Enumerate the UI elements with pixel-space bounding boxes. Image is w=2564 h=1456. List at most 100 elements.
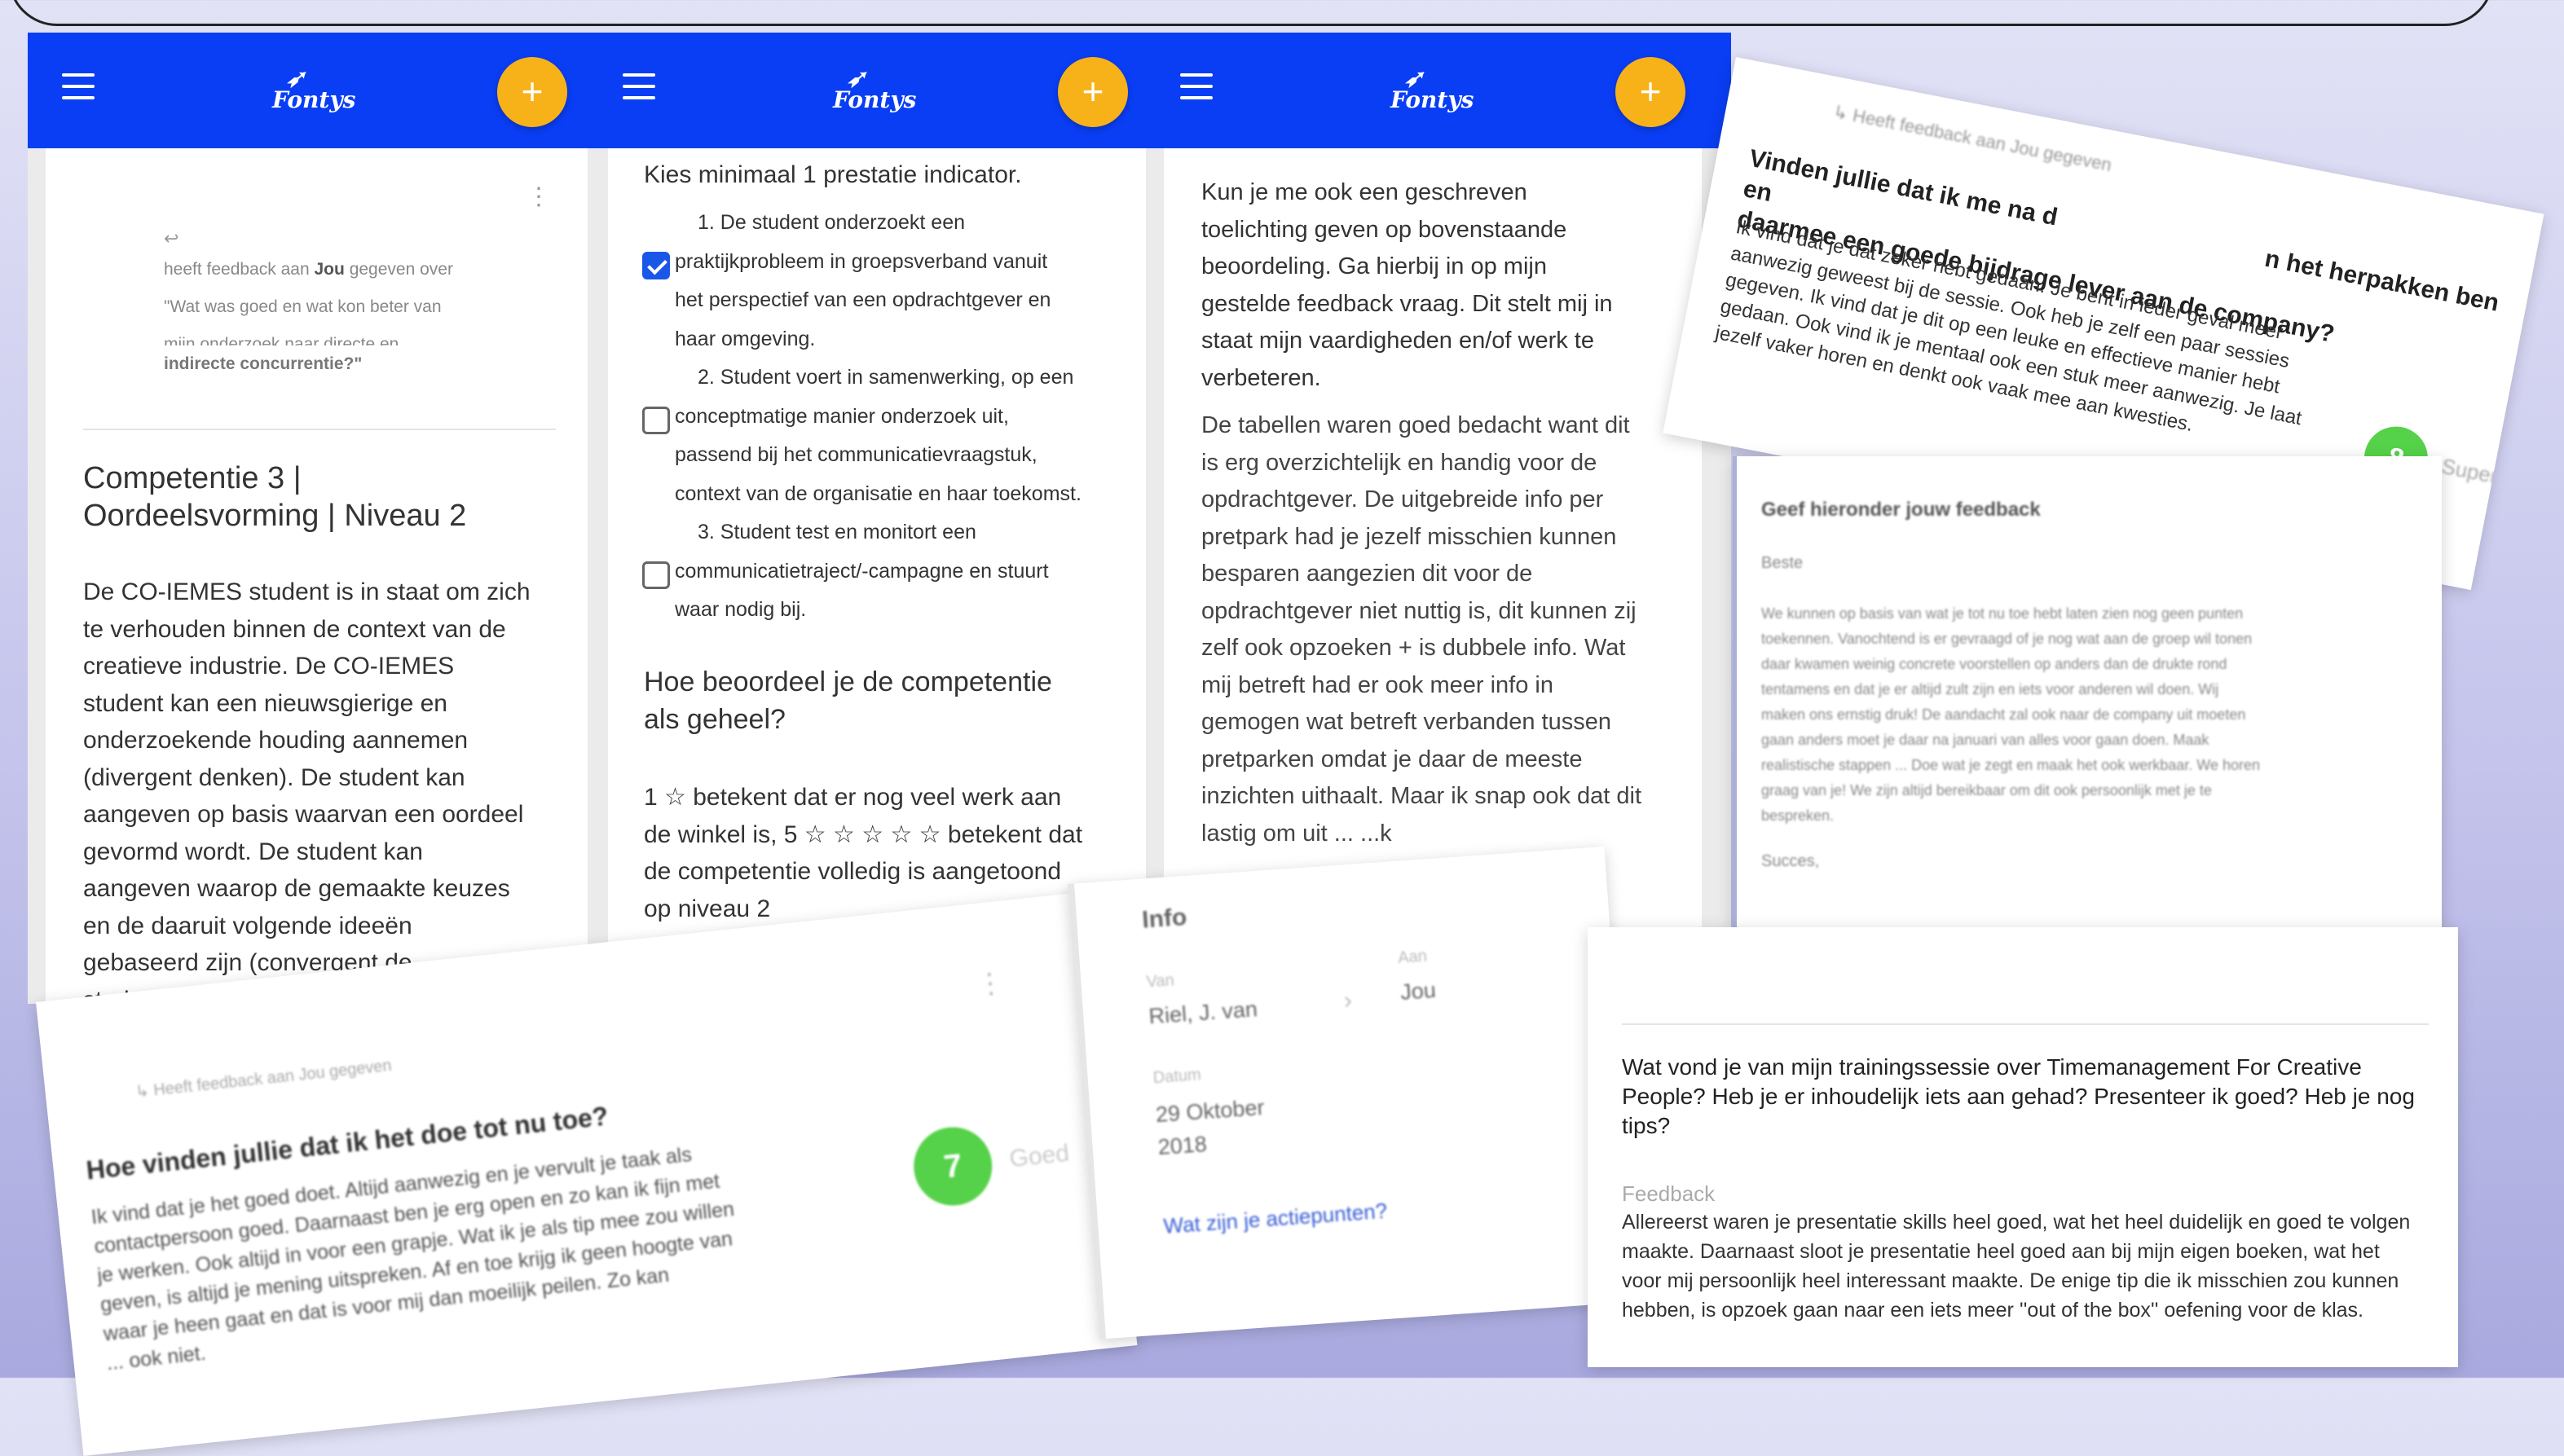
toelichting-question: Kun je me ook een geschreven toelichting … [1201,174,1690,397]
bird-logo-icon: ➶ [1403,64,1425,93]
answer-line: pretpark had je jezelf misschien kunnen [1201,523,1617,550]
answer-line: besparen aangezien dit voor de [1201,561,1533,587]
indicator-checkbox[interactable] [642,407,670,434]
rating-line: de competentie volledig is aangetoond [644,858,1062,885]
feedback-label: Feedback [1622,1181,1716,1206]
form-line: daar kwamen weinig concrete voorstellen … [1761,656,2227,672]
indicator-line: praktijkprobleem in groepsverband vanuit [675,249,1048,273]
indicator-line: 3. Student test en monitort een [698,521,976,543]
training-question: Wat vond je van mijn trainingssessie ove… [1622,1054,2415,1138]
van-value: Riel, J. van [1148,996,1258,1029]
add-button[interactable]: + [497,57,567,127]
question-line: staat mijn vaardigheden en/of werk te [1201,328,1594,354]
divider [83,429,556,430]
question-line: toelichting geven op bovenstaande [1201,216,1567,243]
form-salutation: Beste [1761,554,1804,572]
answer-line: De tabellen waren goed bedacht want dit [1201,412,1630,438]
aan-value: Jou [1399,977,1437,1005]
info-title: Info [1141,903,1188,934]
indicator-checkbox[interactable] [642,252,670,279]
competentie-heading: Competentie 3 | Oordeelsvorming | Niveau… [83,461,467,533]
score-badge: 7 [910,1123,996,1210]
form-line: tentamens en dat je er altijd zult zijn … [1761,681,2219,697]
indicator-line: conceptmatige manier onderzoek uit, [675,404,1009,428]
question-line: verbeteren. [1201,364,1321,391]
description-line: student kan een nieuwsgierige en [83,689,447,717]
toelichting-answer: De tabellen waren goed bedacht want dit i… [1201,407,1698,852]
indicator-line: het perspectief van een opdrachtgever en [675,288,1051,311]
feedback-meta: heeft feedback aan Jou gegeven over "Wat… [164,260,453,373]
training-feedback: Allereerst waren je presentatie skills h… [1622,1211,2411,1322]
form-body: We kunnen op basis van wat je tot nu toe… [1761,601,2430,829]
reply-arrow-icon: ↩ [164,228,179,249]
answer-line: opdrachtgever niet nuttig is, dit kunnen… [1201,597,1637,624]
bird-logo-icon: ➶ [285,64,306,93]
more-vertical-icon[interactable]: ⋮ [975,966,1006,1001]
aan-label: Aan [1397,947,1428,967]
form-signoff: Succes, [1761,852,1820,870]
description-line: onderzoekende houding aannemen [83,727,469,754]
menu-icon[interactable] [623,73,655,99]
answer-line: gemogen wat betreft verbanden tussen [1201,709,1611,735]
date-label: Datum [1152,1066,1202,1088]
menu-icon[interactable] [1180,73,1213,99]
form-line: toekennen. Vanochtend is er gevraagd of … [1761,631,2253,647]
training-feedback-card: Wat vond je van mijn trainingssessie ove… [1588,927,2458,1367]
answer-line: inzichten uithaalt. Maar ik snap ook dat… [1201,783,1642,809]
indicator-line: 2. Student voert in samenwerking, op een [698,366,1074,389]
description-line: te verhouden binnen de context van de [83,615,506,643]
question-text: Hoe beoordeel je de competentie als gehee… [644,663,1052,738]
fontys-logo: ➶ Fontys [833,64,917,114]
menu-icon[interactable] [62,73,95,99]
form-line: graag van je! We zijn altijd bereikbaar … [1761,782,2212,798]
indicator-line: passend bij het communicatievraagstuk, [675,443,1037,466]
reply-arrow-icon: ↳ [1831,101,1850,125]
screen-prestatie-indicatoren: Kies minimaal 1 prestatie indicator. 1. … [608,148,1146,1004]
description-line: (divergent denken). De student kan [83,763,465,791]
answer-line: pretparken omdat je daar de meeste [1201,746,1583,772]
score-label: Super [2439,453,2500,489]
feedback-form-card: Geef hieronder jouw feedback Beste We ku… [1733,456,2442,929]
description-line: aangeven waarop de gemaakte keuzes [83,875,510,902]
more-vertical-icon[interactable]: ⋮ [526,185,551,209]
indicator-checkbox[interactable] [642,561,670,589]
action-points-link[interactable]: Wat zijn je actiepunten? [1163,1199,1389,1239]
indicator-text: 2. Student voert in samenwerking, op een… [675,359,1082,513]
description-line: creatieve industrie. De CO-IEMES [83,653,455,680]
answer-line: zelf ook opzoeken + is dubbele info. Wat [1201,635,1626,661]
form-line: maken ons ernstig druk! De aandacht zal … [1761,706,2246,723]
form-line: bespreken. [1761,807,1835,824]
form-line: We kunnen op basis van wat je tot nu toe… [1761,605,2244,622]
date-value: 29 Oktober 2018 [1154,1094,1266,1160]
answer-line: opdrachtgever. De uitgebreide info per [1201,486,1604,512]
indicator-line: haar omgeving. [675,327,816,350]
form-heading: Geef hieronder jouw feedback [1761,499,2041,521]
question-line: beoordeling. Ga hierbij in op mijn [1201,253,1547,279]
score-label: Goed [1007,1139,1071,1173]
indicator-line: communicatietraject/-campagne en stuurt [675,559,1049,583]
indicator-line: context van de organisatie en haar toeko… [675,482,1082,505]
add-button[interactable]: + [1058,57,1128,127]
fontys-logo: ➶ Fontys [1390,64,1474,114]
indicator-text: 1. De student onderzoekt een praktijkprob… [675,204,1051,359]
indicator-line: waar nodig bij. [675,598,807,621]
app-header-bar: ➶ Fontys + ➶ Fontys + ➶ Fontys + [28,33,1731,148]
description-line: De CO-IEMES student is in staat om zich [83,578,531,605]
answer-line: is erg overzichtelijk en handig voor de [1201,449,1597,476]
form-line: realistische stappen ... Doe wat je zegt… [1761,757,2260,773]
chevron-right-icon: › [1342,987,1353,1014]
instruction-text: Kies minimaal 1 prestatie indicator. [644,161,1022,188]
answer-line: mij betreft had er ook meer info in [1201,671,1553,698]
indicator-text: 3. Student test en monitort een communica… [675,513,1049,630]
top-frame-decoration [8,0,2494,26]
feedback-meta: ↳ Heeft feedback aan Jou gegeven [134,1056,393,1102]
van-label: Van [1145,971,1175,992]
add-button[interactable]: + [1615,57,1685,127]
description-line: en de daaruit volgende ideeën [83,912,412,939]
question-line: als geheel? [644,704,786,735]
description-line: gevormd wordt. De student kan [83,838,423,865]
competentie-description: De CO-IEMES student is in staat om zich t… [83,574,572,1004]
bird-logo-icon: ➶ [846,64,867,93]
indicator-line: 1. De student onderzoekt een [698,211,966,234]
question-line: Kun je me ook een geschreven [1201,179,1527,205]
